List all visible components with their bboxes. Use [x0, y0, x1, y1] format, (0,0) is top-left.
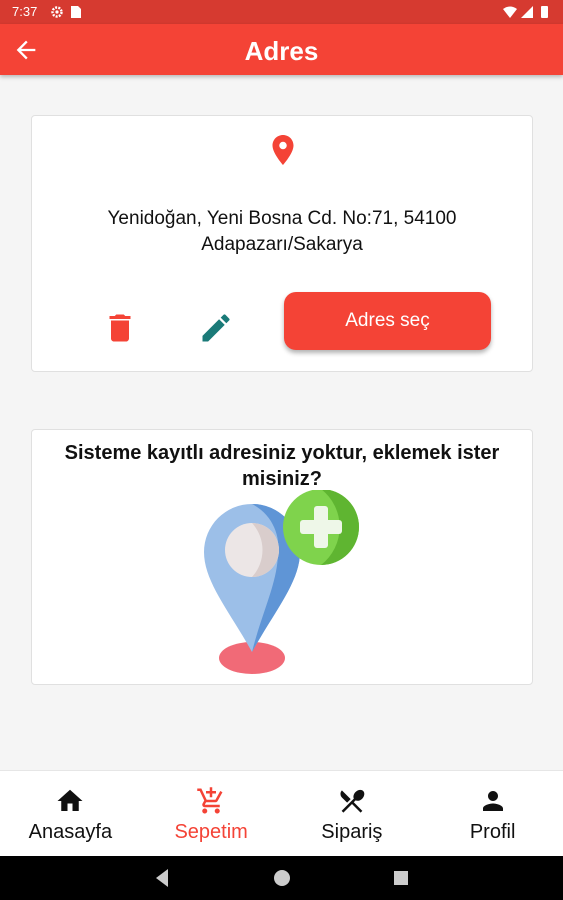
trash-icon[interactable] [102, 310, 138, 346]
bottom-nav: Anasayfa Sepetim Sipariş Profil [0, 770, 563, 856]
system-recents-icon[interactable] [392, 869, 410, 887]
nav-label: Profil [469, 821, 516, 843]
status-right-icons [503, 6, 548, 18]
system-home-icon[interactable] [272, 868, 292, 888]
add-address-card[interactable]: Sisteme kayıtlı adresiniz yoktur, ekleme… [31, 429, 533, 685]
location-pin-icon [272, 135, 294, 165]
address-line-1: Yenidoğan, Yeni Bosna Cd. No:71, 54100 [107, 208, 457, 229]
signal-icon [521, 6, 533, 18]
nav-item-siparis[interactable]: Sipariş [282, 771, 423, 856]
nav-label: Sepetim [174, 821, 248, 843]
prompt-line-2: misiniz? [241, 468, 322, 490]
nav-item-sepetim[interactable]: Sepetim [141, 771, 282, 856]
gear-icon [51, 6, 63, 18]
person-icon [482, 791, 503, 811]
status-left-icons [51, 6, 81, 18]
utensils-icon [340, 789, 365, 813]
pencil-icon[interactable] [198, 310, 234, 346]
system-nav-bar [0, 856, 563, 900]
select-address-button[interactable]: Adres seç [284, 292, 491, 350]
add-address-prompt: Sisteme kayıtlı adresiniz yoktur, ekleme… [42, 440, 522, 492]
system-back-icon[interactable] [152, 867, 172, 889]
cart-add-icon [197, 787, 223, 814]
nav-label: Anasayfa [28, 821, 113, 843]
home-icon [57, 789, 83, 811]
battery-icon [541, 6, 548, 18]
nav-label: Sipariş [321, 821, 383, 843]
add-location-illustration[interactable] [200, 490, 366, 676]
status-bar: 7:37 [0, 0, 563, 24]
app-bar: Adres [0, 24, 563, 75]
address-text: Yenidoğan, Yeni Bosna Cd. No:71, 54100 A… [52, 206, 512, 258]
nav-item-anasayfa[interactable]: Anasayfa [0, 771, 141, 856]
address-line-2: Adapazarı/Sakarya [201, 234, 363, 255]
nav-item-profil[interactable]: Profil [422, 771, 563, 856]
status-time: 7:37 [12, 4, 38, 19]
prompt-line-1: Sisteme kayıtlı adresiniz yoktur, ekleme… [64, 442, 500, 464]
saved-address-card: Yenidoğan, Yeni Bosna Cd. No:71, 54100 A… [31, 115, 533, 372]
sd-card-icon [71, 6, 81, 18]
page-title: Adres [244, 36, 319, 66]
wifi-icon [503, 6, 517, 18]
